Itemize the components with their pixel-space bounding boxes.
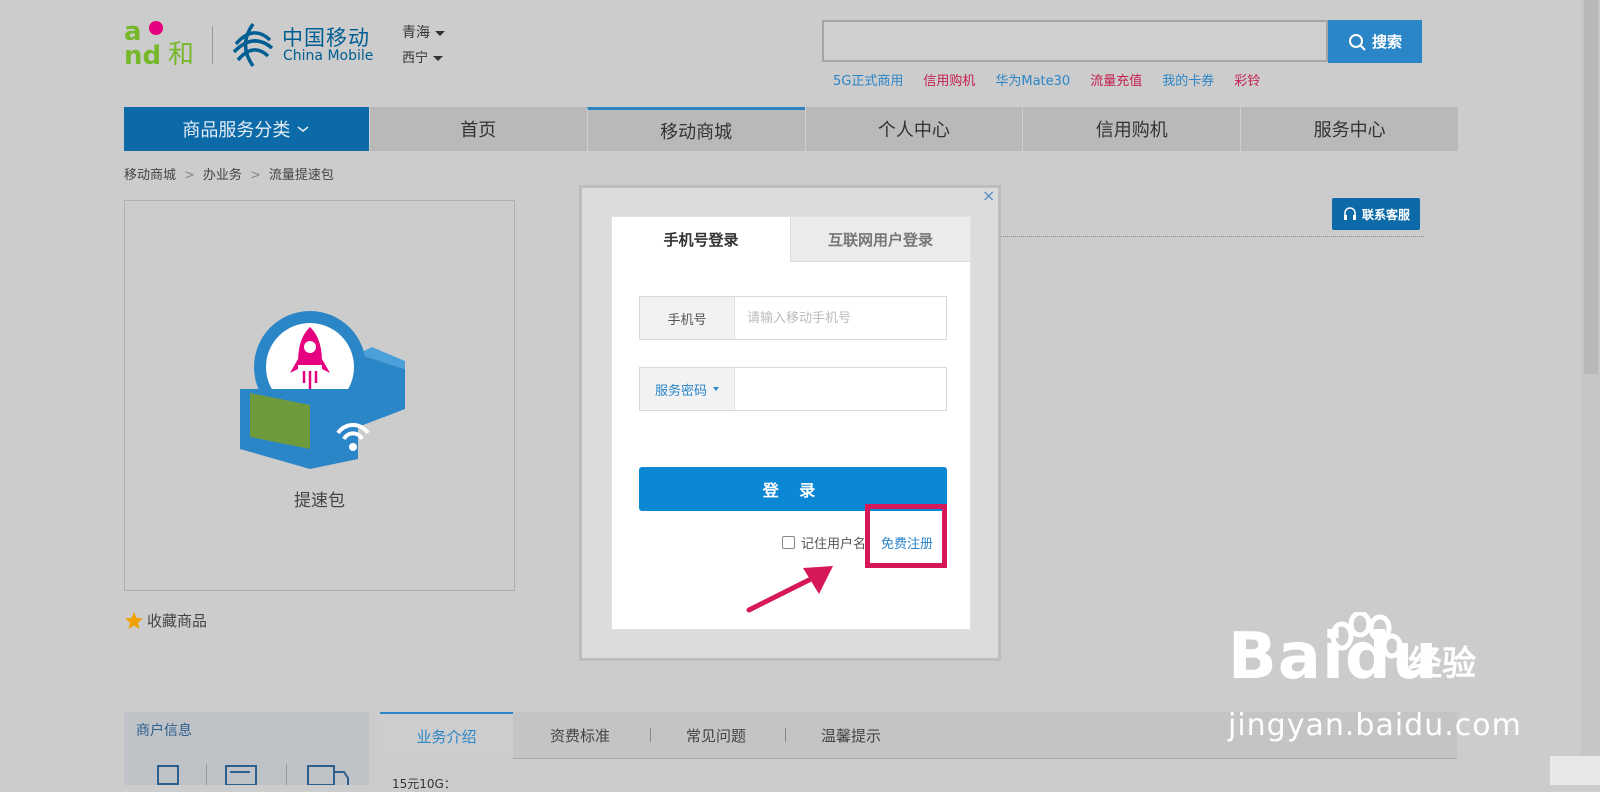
close-icon[interactable]: ×: [982, 188, 995, 204]
certificate-icon: [157, 765, 179, 785]
hot-link[interactable]: 信用购机: [923, 74, 975, 89]
tab-label: 温馨提示: [821, 726, 882, 745]
region-label: 青海: [402, 25, 430, 41]
hot-link[interactable]: 我的卡券: [1162, 74, 1214, 89]
merchant-info-title: 商户信息: [136, 723, 192, 739]
contact-service-button[interactable]: 联系客服: [1332, 198, 1420, 230]
tab-label: 业务介绍: [416, 728, 477, 746]
favorite-button[interactable]: 收藏商品: [124, 610, 207, 631]
nav-item-home[interactable]: 首页: [368, 107, 587, 151]
chevron-down-icon: [297, 126, 309, 132]
tab-divider: [785, 728, 786, 742]
watermark-brand: Baidu: [1228, 620, 1439, 694]
search-input[interactable]: [822, 20, 1328, 62]
star-icon: [125, 611, 143, 629]
tab-label: 手机号登录: [663, 231, 739, 249]
arrow-annotation-icon: [746, 566, 833, 613]
nav-item-mall[interactable]: 移动商城: [586, 107, 805, 151]
tab-divider: [650, 728, 651, 742]
tab-phone-login[interactable]: 手机号登录: [612, 217, 790, 262]
phone-input[interactable]: [735, 297, 946, 339]
city-label: 西宁: [402, 51, 429, 66]
favorite-label: 收藏商品: [147, 612, 208, 630]
nav-item-label: 信用购机: [1095, 120, 1168, 141]
breadcrumb-item[interactable]: 移动商城: [124, 168, 176, 183]
tab-faq[interactable]: 常见问题: [686, 712, 746, 758]
headset-icon: [1343, 207, 1356, 220]
invoice-icon: [225, 765, 257, 785]
china-mobile-emblem-icon: [232, 22, 274, 68]
nav-item-service[interactable]: 服务中心: [1240, 107, 1459, 151]
nav-item-label: 移动商城: [660, 121, 733, 143]
logo-divider: [212, 26, 213, 64]
product-caption: 提速包: [294, 491, 345, 511]
hot-link[interactable]: 华为Mate30: [995, 74, 1070, 89]
password-field: 服务密码: [639, 367, 947, 411]
search-button-label: 搜索: [1371, 33, 1402, 51]
remember-label: 记住用户名: [801, 537, 867, 552]
tab-label: 资费标准: [550, 726, 611, 745]
search-button[interactable]: 搜索: [1328, 20, 1422, 63]
hot-link[interactable]: 流量充值: [1090, 74, 1142, 89]
nav-item-credit[interactable]: 信用购机: [1022, 107, 1241, 151]
divider: [206, 764, 207, 785]
password-type-label: 服务密码: [654, 383, 707, 399]
breadcrumb-separator-icon: >: [184, 168, 195, 183]
tab-label: 互联网用户登录: [827, 230, 933, 249]
divider: [1000, 236, 1424, 237]
caret-down-icon: [433, 56, 444, 61]
tab-business-intro[interactable]: 业务介绍: [380, 712, 513, 759]
nav-item-label: 首页: [460, 120, 497, 141]
watermark-brand-cn: 经验: [1408, 644, 1476, 684]
product-image-box: 提速包: [124, 200, 515, 591]
city-selector[interactable]: 西宁: [402, 47, 444, 66]
svg-text:和: 和: [168, 40, 194, 68]
hot-links: 5G正式商用 信用购机 华为Mate30 流量充值 我的卡券 彩铃: [833, 70, 1280, 89]
tab-label: 常见问题: [686, 726, 747, 745]
nav-category-menu[interactable]: 商品服务分类: [124, 107, 369, 151]
speed-pack-icon: [240, 311, 405, 469]
breadcrumb-item[interactable]: 办业务: [203, 168, 242, 183]
breadcrumb-item: 流量提速包: [268, 168, 334, 183]
nav-category-label: 商品服务分类: [182, 120, 291, 141]
tab-tips[interactable]: 温馨提示: [821, 712, 881, 758]
delivery-truck-icon: [307, 765, 349, 785]
detail-content-text: 15元10G：: [392, 777, 456, 791]
nav-item-label: 服务中心: [1313, 120, 1386, 141]
caret-down-icon: [713, 387, 719, 391]
breadcrumb-separator-icon: >: [249, 168, 261, 183]
svg-text:nd: nd: [124, 41, 161, 68]
remember-username[interactable]: 记住用户名: [782, 533, 866, 552]
caret-down-icon: [435, 30, 445, 36]
phone-field: 手机号: [639, 296, 947, 340]
corner-widget: [1550, 756, 1600, 785]
highlight-box: [865, 504, 947, 568]
detail-content: 15元10G：: [380, 759, 1457, 791]
merchant-info-panel: 商户信息: [124, 712, 369, 785]
tab-pricing[interactable]: 资费标准: [550, 712, 610, 758]
and-logo[interactable]: a nd 和: [124, 17, 204, 71]
divider: [286, 764, 287, 785]
watermark-url: jingyan.baidu.com: [1228, 708, 1522, 743]
phone-label: 手机号: [640, 297, 735, 339]
breadcrumb: 移动商城 > 办业务 > 流量提速包: [124, 164, 334, 183]
password-input[interactable]: [735, 368, 946, 410]
nav-item-label: 个人中心: [877, 120, 950, 141]
search-icon: [1348, 33, 1366, 51]
region-selector[interactable]: 青海: [402, 22, 445, 42]
china-mobile-logo[interactable]: 中国移动 China Mobile: [228, 20, 388, 70]
main-nav: 商品服务分类 首页 移动商城 个人中心 信用购机 服务中心: [124, 107, 1459, 151]
password-type-dropdown[interactable]: 服务密码: [640, 368, 735, 410]
hot-link[interactable]: 彩铃: [1234, 74, 1260, 89]
nav-item-personal[interactable]: 个人中心: [804, 107, 1023, 151]
contact-service-label: 联系客服: [1361, 207, 1410, 222]
brand-name-en: China Mobile: [283, 48, 374, 64]
remember-checkbox[interactable]: [782, 536, 795, 549]
tab-internet-login[interactable]: 互联网用户登录: [790, 217, 970, 262]
hot-link[interactable]: 5G正式商用: [833, 74, 903, 89]
scrollbar-thumb[interactable]: [1584, 0, 1598, 374]
